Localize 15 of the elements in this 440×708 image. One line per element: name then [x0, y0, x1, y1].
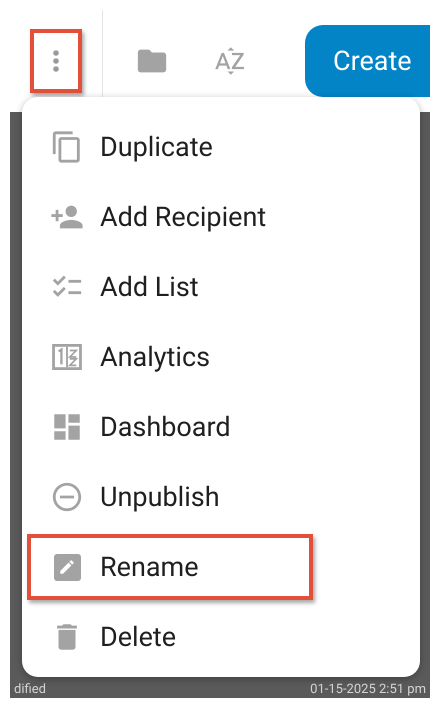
- create-button[interactable]: Create: [305, 25, 430, 97]
- menu-item[interactable]: Delete: [22, 604, 420, 670]
- more-button[interactable]: [30, 29, 82, 93]
- row-label: dified: [14, 682, 46, 696]
- menu-item[interactable]: Unpublish: [22, 464, 420, 530]
- row-date: 01-15-2025 2:51 pm: [310, 682, 426, 696]
- menu-item[interactable]: Duplicate: [22, 114, 420, 180]
- menu-item[interactable]: Add Recipient: [22, 184, 420, 250]
- menu-item[interactable]: Add List: [22, 254, 420, 320]
- more-icon: [53, 50, 59, 72]
- menu-item[interactable]: Rename: [27, 534, 313, 600]
- numbers-icon: [52, 344, 82, 370]
- menu-item[interactable]: Dashboard: [22, 394, 420, 460]
- pencil-icon: [54, 554, 80, 580]
- menu-item[interactable]: Analytics: [22, 324, 420, 390]
